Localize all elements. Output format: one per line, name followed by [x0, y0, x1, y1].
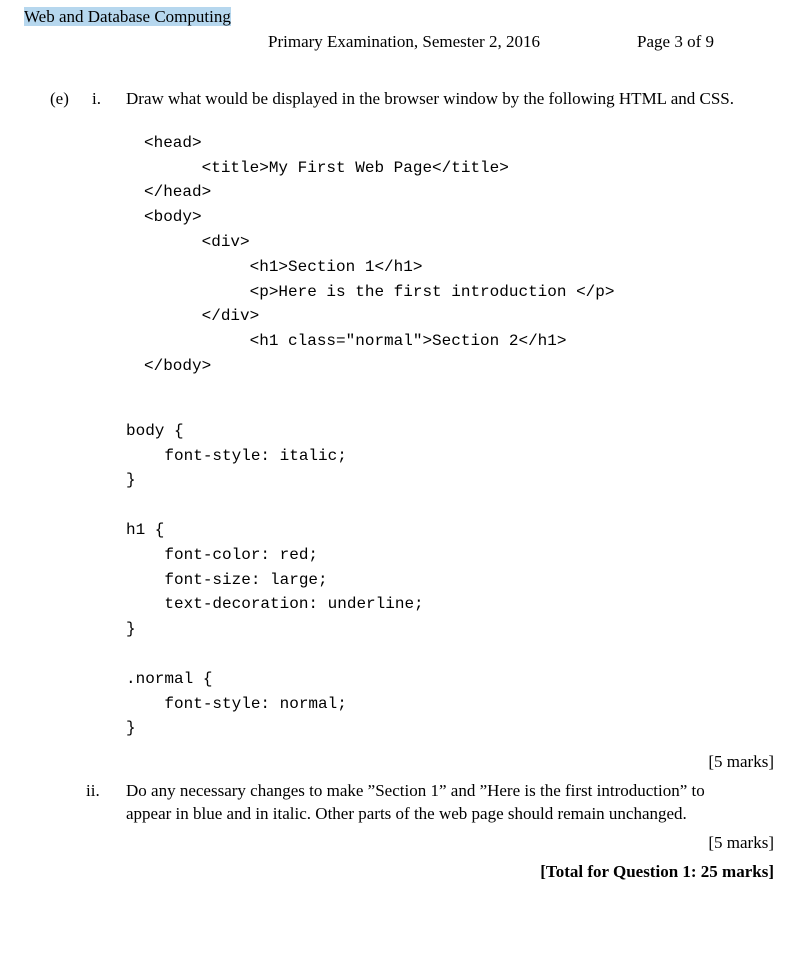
part-ii-marks: [5 marks] — [50, 832, 774, 855]
part-ii: ii. Do any necessary changes to make ”Se… — [50, 780, 784, 826]
part-i-body: Draw what would be displayed in the brow… — [126, 88, 744, 741]
question-e: (e) i. Draw what would be displayed in t… — [50, 88, 784, 884]
part-i-marks: [5 marks] — [50, 751, 774, 774]
part-ii-body: Do any necessary changes to make ”Sectio… — [126, 780, 744, 826]
exam-line: Primary Examination, Semester 2, 2016 — [268, 31, 540, 54]
part-ii-prompt: Do any necessary changes to make ”Sectio… — [126, 780, 744, 826]
part-i-label: i. — [92, 88, 101, 111]
question-label: (e) — [50, 88, 69, 111]
page: Web and Database Computing Primary Exami… — [0, 0, 808, 908]
part-i-prompt: Draw what would be displayed in the brow… — [126, 88, 744, 111]
question-total: [Total for Question 1: 25 marks] — [50, 861, 774, 884]
course-title-text: Web and Database Computing — [24, 7, 231, 26]
part-ii-label: ii. — [86, 780, 100, 803]
header-sub: Primary Examination, Semester 2, 2016 Pa… — [24, 31, 784, 54]
code-html-block: <head> <title>My First Web Page</title> … — [144, 131, 744, 379]
page-number: Page 3 of 9 — [637, 31, 714, 54]
course-title: Web and Database Computing — [24, 6, 784, 29]
code-css-block: body { font-style: italic; } h1 { font-c… — [126, 419, 744, 741]
